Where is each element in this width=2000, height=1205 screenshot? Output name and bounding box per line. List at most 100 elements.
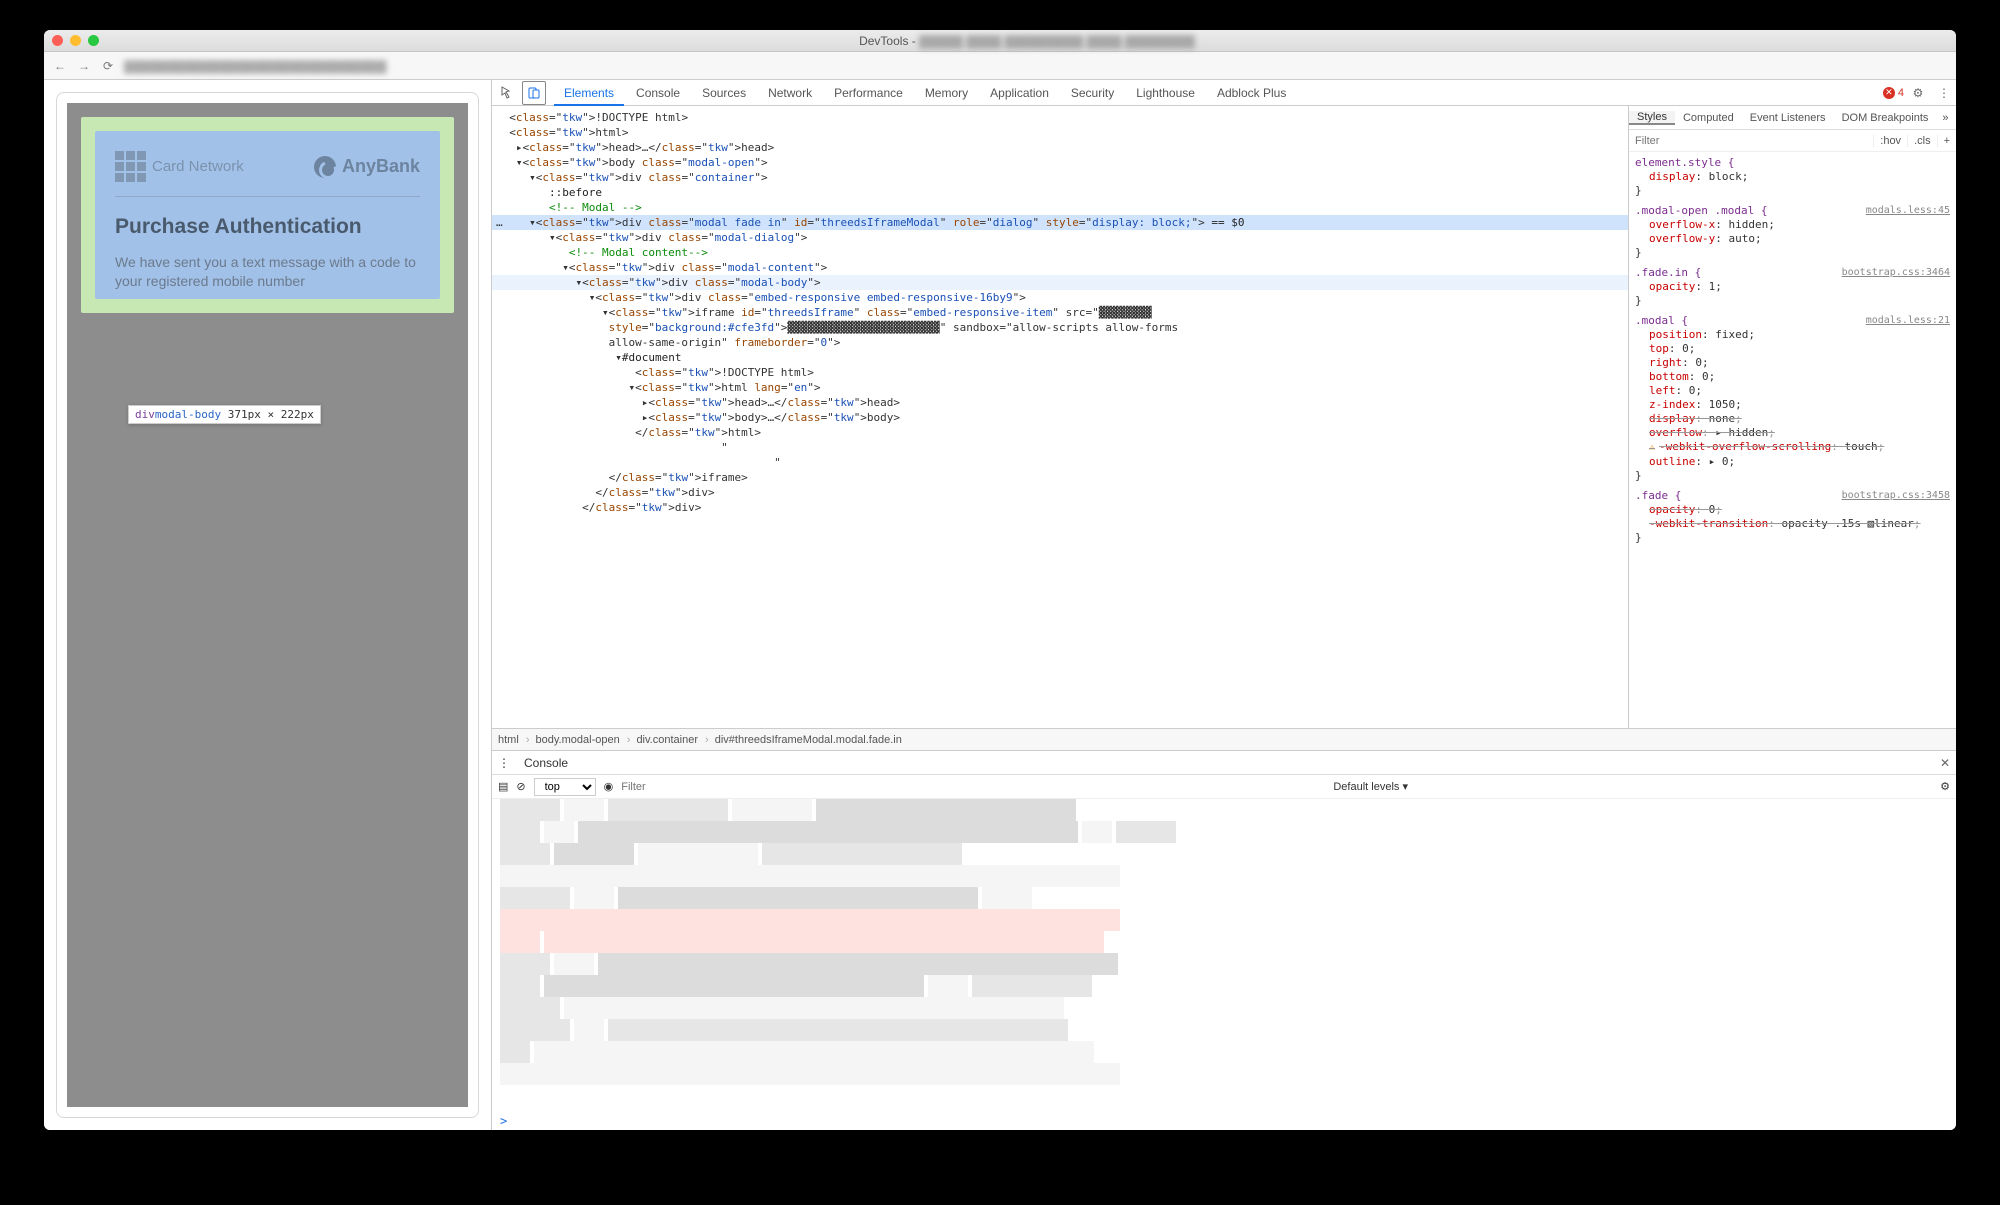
devtools-tab-adblock-plus[interactable]: Adblock Plus	[1207, 80, 1296, 106]
dom-line[interactable]: ▾<class="tkw">iframe id="threedsIframe" …	[492, 305, 1628, 320]
dom-line[interactable]: … ▾<class="tkw">div class="modal fade in…	[492, 215, 1628, 230]
device-viewport: Card Network AnyBank Purchase Authentica…	[56, 92, 479, 1118]
dom-line[interactable]: "	[492, 440, 1628, 455]
device-toggle-icon[interactable]	[522, 81, 546, 105]
styles-tab-styles[interactable]: Styles	[1629, 111, 1675, 125]
dom-line[interactable]: ▸<class="tkw">body>…</class="tkw">body>	[492, 410, 1628, 425]
forward-button[interactable]: →	[76, 59, 92, 73]
drawer-close-icon[interactable]: ✕	[1940, 756, 1950, 770]
dom-line[interactable]: </class="tkw">iframe>	[492, 470, 1628, 485]
console-line-redacted	[492, 909, 1956, 931]
console-settings-icon[interactable]: ⚙	[1940, 780, 1950, 793]
rule-source-link[interactable]: modals.less:45	[1866, 204, 1950, 218]
elements-tree[interactable]: <class="tkw">!DOCTYPE html> <class="tkw"…	[492, 106, 1628, 728]
rule-source-link[interactable]: bootstrap.css:3464	[1842, 266, 1950, 280]
console-prompt[interactable]: >	[492, 1112, 1956, 1130]
new-rule-button[interactable]: +	[1937, 135, 1956, 147]
dom-line[interactable]: allow-same-origin" frameborder="0">	[492, 335, 1628, 350]
log-levels-select[interactable]: Default levels ▾	[1333, 780, 1408, 793]
dom-line[interactable]: ▾#document	[492, 350, 1628, 365]
css-rule[interactable]: .modal {modals.less:21position: fixed;to…	[1635, 314, 1950, 483]
dom-line[interactable]: <class="tkw">!DOCTYPE html>	[492, 110, 1628, 125]
styles-filter-row: :hov .cls +	[1629, 130, 1956, 152]
console-line-redacted	[492, 1019, 1956, 1041]
dom-line[interactable]: style="background:#cfe3fd">▓▓▓▓▓▓▓▓▓▓▓▓▓…	[492, 320, 1628, 335]
console-filter-input[interactable]	[621, 781, 801, 793]
inspect-tool-icon[interactable]	[496, 81, 520, 105]
devtools-tab-performance[interactable]: Performance	[824, 80, 913, 106]
dom-line[interactable]: ::before	[492, 185, 1628, 200]
breadcrumb-item[interactable]: html	[498, 734, 530, 746]
auth-heading: Purchase Authentication	[115, 215, 420, 239]
dom-line[interactable]: <!-- Modal content-->	[492, 245, 1628, 260]
devtools-tab-console[interactable]: Console	[626, 80, 690, 106]
dom-line[interactable]: ▾<class="tkw">div class="container">	[492, 170, 1628, 185]
dom-line[interactable]: "	[492, 455, 1628, 470]
bank-label: AnyBank	[342, 156, 420, 177]
execution-context-select[interactable]: top	[534, 778, 596, 796]
styles-tab-event-listeners[interactable]: Event Listeners	[1742, 112, 1834, 124]
main-area: Card Network AnyBank Purchase Authentica…	[44, 80, 1956, 1130]
dom-line[interactable]: <class="tkw">!DOCTYPE html>	[492, 365, 1628, 380]
dom-line[interactable]: <class="tkw">html>	[492, 125, 1628, 140]
dom-line[interactable]: ▾<class="tkw">div class="embed-responsiv…	[492, 290, 1628, 305]
error-counter[interactable]: ✕ 4	[1883, 87, 1904, 99]
dom-breadcrumb[interactable]: html body.modal-open div.container div#thre…	[492, 728, 1956, 750]
dom-line[interactable]: </class="tkw">div>	[492, 500, 1628, 515]
dom-line[interactable]: ▸<class="tkw">head>…</class="tkw">head>	[492, 140, 1628, 155]
devtools-tab-elements[interactable]: Elements	[554, 80, 624, 106]
dom-line[interactable]: </class="tkw">html>	[492, 425, 1628, 440]
breadcrumb-item[interactable]: body.modal-open	[536, 734, 631, 746]
css-rule[interactable]: element.style {display: block;}	[1635, 156, 1950, 198]
breadcrumb-item[interactable]: div.container	[636, 734, 708, 746]
drawer-tab-console[interactable]: Console	[518, 756, 574, 770]
dom-line[interactable]: ▾<class="tkw">body class="modal-open">	[492, 155, 1628, 170]
dom-line[interactable]: ▸<class="tkw">head>…</class="tkw">head>	[492, 395, 1628, 410]
console-sidebar-toggle-icon[interactable]: ▤	[498, 780, 508, 793]
css-rule[interactable]: .fade.in {bootstrap.css:3464opacity: 1;}	[1635, 266, 1950, 308]
inspected-margin-overlay: Card Network AnyBank Purchase Authentica…	[81, 117, 454, 313]
devtools-body: <class="tkw">!DOCTYPE html> <class="tkw"…	[492, 106, 1956, 728]
dom-line[interactable]: ▾<class="tkw">div class="modal-dialog">	[492, 230, 1628, 245]
css-rule[interactable]: .fade {bootstrap.css:3458opacity: 0;-web…	[1635, 489, 1950, 545]
dom-line[interactable]: </class="tkw">div>	[492, 485, 1628, 500]
bank-logo: AnyBank	[314, 156, 420, 178]
devtools-tab-sources[interactable]: Sources	[692, 80, 756, 106]
console-line-redacted	[492, 799, 1956, 821]
drawer-menu-icon[interactable]: ⋮	[498, 756, 510, 770]
close-window-icon[interactable]	[52, 35, 63, 46]
devtools-tab-memory[interactable]: Memory	[915, 80, 978, 106]
zoom-window-icon[interactable]	[88, 35, 99, 46]
dom-line[interactable]: <!-- Modal -->	[492, 200, 1628, 215]
styles-tab-computed[interactable]: Computed	[1675, 112, 1742, 124]
console-line-redacted	[492, 975, 1956, 997]
hov-toggle[interactable]: :hov	[1873, 135, 1907, 147]
rule-source-link[interactable]: bootstrap.css:3458	[1842, 489, 1950, 503]
console-line-redacted	[492, 821, 1956, 843]
cls-toggle[interactable]: .cls	[1907, 135, 1937, 147]
style-rules[interactable]: element.style {display: block;} .modal-op…	[1629, 152, 1956, 728]
breadcrumb-item[interactable]: div#threedsIframeModal.modal.fade.in	[715, 734, 902, 746]
minimize-window-icon[interactable]	[70, 35, 81, 46]
element-dimensions-tooltip: divmodal-body 371px × 222px	[128, 405, 321, 424]
dom-line[interactable]: ▾<class="tkw">div class="modal-content">	[492, 260, 1628, 275]
dom-line[interactable]: ▾<class="tkw">html lang="en">	[492, 380, 1628, 395]
reload-button[interactable]: ⟳	[100, 59, 116, 73]
styles-filter-input[interactable]	[1629, 133, 1873, 149]
more-icon[interactable]: ⋮	[1932, 81, 1956, 105]
address-bar[interactable]: ▓▓▓▓▓▓▓▓▓▓▓▓▓▓▓▓▓▓▓▓▓▓▓▓▓▓▓▓▓▓	[124, 59, 386, 73]
back-button[interactable]: ←	[52, 59, 68, 73]
dom-line[interactable]: ▾<class="tkw">div class="modal-body">	[492, 275, 1628, 290]
devtools-tab-application[interactable]: Application	[980, 80, 1059, 106]
inspected-content-overlay: Card Network AnyBank Purchase Authentica…	[95, 131, 440, 299]
css-rule[interactable]: .modal-open .modal {modals.less:45overfl…	[1635, 204, 1950, 260]
styles-tabs-more-icon[interactable]: »	[1936, 112, 1954, 124]
devtools-tab-security[interactable]: Security	[1061, 80, 1124, 106]
devtools-tab-network[interactable]: Network	[758, 80, 822, 106]
styles-tab-dom-breakpoints[interactable]: DOM Breakpoints	[1834, 112, 1937, 124]
live-expression-icon[interactable]: ◉	[604, 780, 614, 793]
clear-console-icon[interactable]: ⊘	[516, 780, 525, 793]
devtools-tab-lighthouse[interactable]: Lighthouse	[1126, 80, 1205, 106]
rule-source-link[interactable]: modals.less:21	[1866, 314, 1950, 328]
settings-icon[interactable]: ⚙	[1906, 81, 1930, 105]
